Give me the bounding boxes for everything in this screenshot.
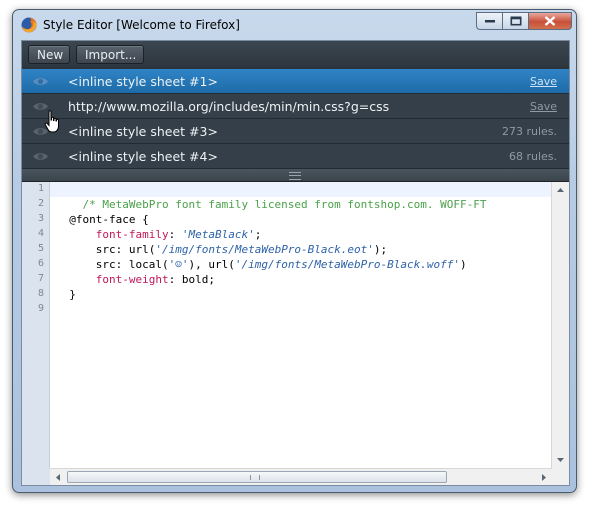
toolbar: New Import... [22,41,569,70]
line-number: 2 [37,198,44,209]
eye-icon[interactable] [32,151,49,162]
style-sheet-name: http://www.mozilla.org/includes/min/min.… [68,99,390,114]
scroll-right-arrow-icon[interactable] [535,469,552,486]
client-area: New Import... <inline style sheet #1> Sa… [21,40,570,486]
style-sheet-name: <inline style sheet #4> [68,149,218,164]
horizontal-scroll-thumb[interactable] [67,471,447,483]
rule-count: 273 rules. [501,125,557,138]
vertical-scrollbar[interactable] [551,182,569,468]
line-number: 3 [37,213,44,224]
style-editor-window: Style Editor [Welcome to Firefox] New Im… [12,9,577,493]
scrollbar-corner [552,468,569,485]
code-line-8: } [56,287,76,302]
style-sheet-name: <inline style sheet #3> [68,124,218,139]
code-text: src: local( [95,258,169,271]
style-sheet-item-2[interactable]: http://www.mozilla.org/includes/min/min.… [22,94,569,119]
style-sheet-item-1[interactable]: <inline style sheet #1> Save [22,69,569,94]
import-button[interactable]: Import... [76,45,144,64]
save-link[interactable]: Save [530,100,557,113]
scroll-up-arrow-icon[interactable] [552,182,569,199]
code-text: src: url( [95,243,156,256]
line-number-gutter: 1 2 3 4 5 6 7 8 9 [22,182,50,468]
style-sheet-item-3[interactable]: <inline style sheet #3> 273 rules. [22,119,569,144]
close-button[interactable] [528,12,572,30]
line-number: 7 [37,273,44,284]
grip-icon [289,172,301,180]
style-sheet-list: <inline style sheet #1> Save http://www.… [22,69,569,169]
firefox-logo-icon [21,17,37,33]
code-line-4: font-family: 'MetaBlack'; [95,228,262,241]
style-sheet-name: <inline style sheet #1> [68,74,218,89]
maximize-icon [510,16,521,26]
code-text: ), url( [188,258,235,271]
minimize-button[interactable] [476,12,502,30]
scroll-down-arrow-icon[interactable] [552,451,569,468]
close-icon [544,16,556,26]
current-line-highlight [50,182,569,197]
maximize-button[interactable] [502,12,528,30]
code-editor[interactable]: 1 2 3 4 5 6 7 8 9 /* MetaWebPro font fam… [22,182,569,485]
new-button[interactable]: New [28,45,70,64]
code-comment: /* MetaWebPro font family licensed from … [82,198,487,211]
code-at-rule: @font-face { [69,213,149,226]
code-line-6: src: local('☺'), url('/img/fonts/MetaWeb… [56,257,467,272]
line-number: 4 [37,228,44,239]
line-number: 9 [37,303,44,314]
line-number: 8 [37,288,44,299]
code-property: font-weight [95,273,169,286]
code-area[interactable]: /* MetaWebPro font family licensed from … [50,182,569,468]
window-title: Style Editor [Welcome to Firefox] [43,18,240,32]
code-text: ); [373,243,388,256]
code-text: } [69,288,76,301]
pane-splitter[interactable] [22,169,569,182]
code-text: ) [460,258,467,271]
horizontal-scrollbar[interactable] [50,468,552,486]
rule-count: 68 rules. [508,150,557,163]
eye-icon[interactable] [32,76,49,87]
code-string: '/img/fonts/MetaWebPro-Black.eot' [155,243,374,256]
line-number: 6 [37,258,44,269]
title-bar[interactable]: Style Editor [Welcome to Firefox] [13,10,576,40]
gutter-footer [22,468,50,485]
code-string: '☺' [168,258,189,271]
code-line-2: /* MetaWebPro font family licensed from … [56,197,487,212]
line-number: 5 [37,243,44,254]
code-line-3: @font-face { [56,212,149,227]
scroll-left-arrow-icon[interactable] [50,469,67,486]
code-property: font-family [95,228,169,241]
style-sheet-item-4[interactable]: <inline style sheet #4> 68 rules. [22,144,569,169]
minimize-icon [484,20,495,23]
code-text: : bold; [168,273,215,286]
new-button-label: New [37,48,64,62]
import-button-label: Import... [85,48,137,62]
save-link[interactable]: Save [530,75,557,88]
window-controls [476,12,572,31]
code-string: 'MetaBlack' [181,228,255,241]
code-line-7: font-weight: bold; [56,272,215,287]
code-line-5: src: url('/img/fonts/MetaWebPro-Black.eo… [56,242,387,257]
hand-cursor-icon [44,110,59,133]
code-string: '/img/fonts/MetaWebPro-Black.woff' [234,258,461,271]
line-number: 1 [37,183,44,194]
